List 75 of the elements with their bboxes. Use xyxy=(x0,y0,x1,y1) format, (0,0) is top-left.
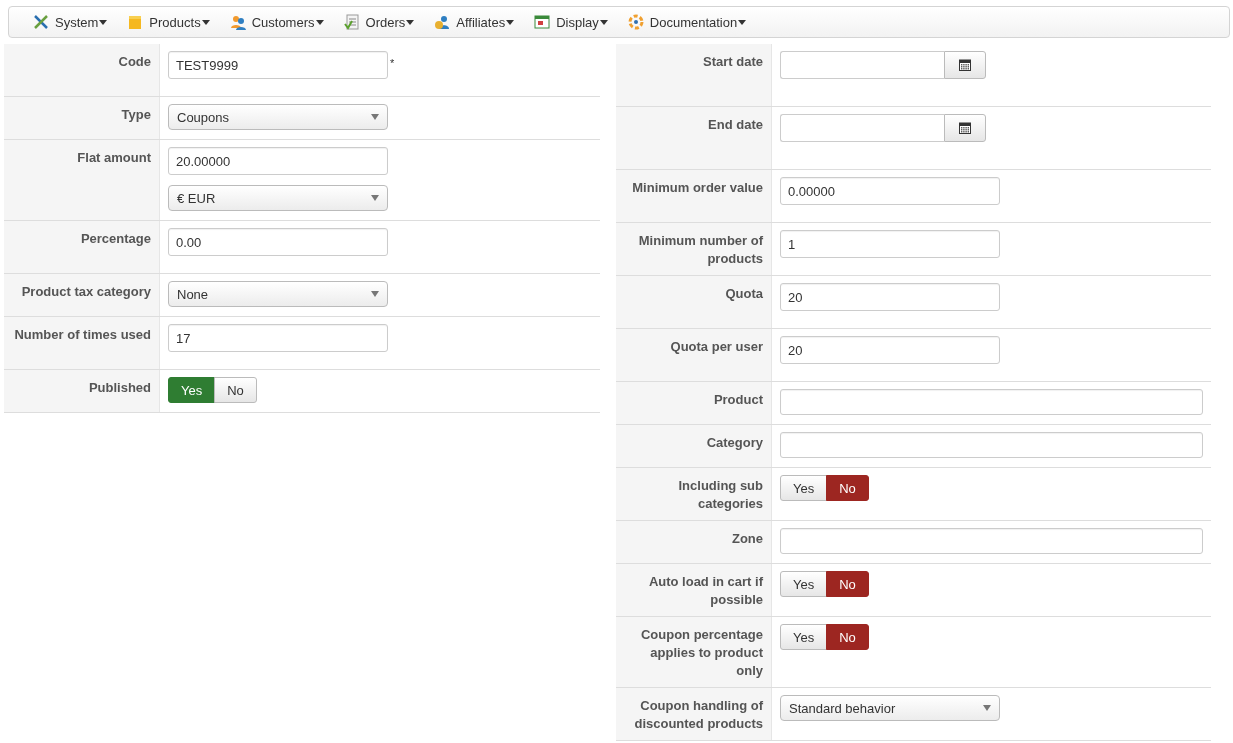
field-label: Quota xyxy=(616,276,772,328)
select-dropdown[interactable]: € EUR xyxy=(168,185,388,211)
field-label: Coupon percentage applies to product only xyxy=(616,617,772,687)
field-label: Coupon handling of discounted products xyxy=(616,688,772,740)
select-dropdown[interactable]: Coupons xyxy=(168,104,388,130)
menu-item[interactable]: Documentation xyxy=(627,14,757,30)
select-dropdown[interactable]: None xyxy=(168,281,388,307)
field-label: Minimum order value xyxy=(616,170,772,222)
window-icon xyxy=(534,14,551,30)
caret-icon xyxy=(315,19,324,25)
dropdown-arrow-icon xyxy=(371,291,379,297)
select-dropdown[interactable]: Standard behavior xyxy=(780,695,1000,721)
text-field[interactable]: 0.00000 xyxy=(780,177,1000,205)
toggle-option[interactable]: No xyxy=(826,624,869,650)
calendar-icon xyxy=(959,59,971,71)
toggle-option[interactable]: No xyxy=(826,475,869,501)
field-label: Percentage xyxy=(4,221,160,273)
date-field[interactable] xyxy=(780,114,944,142)
document-icon xyxy=(343,14,360,30)
menu-item[interactable]: Affiliates xyxy=(434,14,525,30)
field-label: Auto load in cart if possible xyxy=(616,564,772,616)
toggle-option[interactable]: Yes xyxy=(780,624,828,650)
text-field[interactable]: 20 xyxy=(780,283,1000,311)
caret-icon xyxy=(599,19,608,25)
users-icon xyxy=(229,14,246,30)
text-field[interactable]: 20.00000 xyxy=(168,147,388,175)
calendar-button[interactable] xyxy=(944,114,986,142)
toggle-option[interactable]: No xyxy=(826,571,869,597)
menu-item[interactable]: Products xyxy=(127,14,220,30)
caret-icon xyxy=(99,19,108,25)
toggle-option[interactable]: Yes xyxy=(780,475,828,501)
caret-icon xyxy=(201,19,210,25)
caret-icon xyxy=(738,19,747,25)
text-field[interactable]: 20 xyxy=(780,336,1000,364)
field-label: Published xyxy=(4,370,160,412)
required-mark: * xyxy=(390,57,395,69)
toggle-option[interactable]: No xyxy=(214,377,257,403)
text-field[interactable] xyxy=(780,528,1203,554)
caret-icon xyxy=(506,19,515,25)
field-label: Zone xyxy=(616,521,772,563)
field-label: Type xyxy=(4,97,160,139)
text-field[interactable]: 1 xyxy=(780,230,1000,258)
menu-item[interactable]: Customers xyxy=(229,14,334,30)
field-label: Minimum number of products xyxy=(616,223,772,275)
text-field[interactable] xyxy=(780,389,1203,415)
users-icon xyxy=(434,14,451,30)
menu-item[interactable]: Orders xyxy=(343,14,425,30)
calendar-icon xyxy=(959,122,971,134)
menu-item[interactable]: System xyxy=(33,14,118,30)
calendar-button[interactable] xyxy=(944,51,986,79)
text-field[interactable] xyxy=(780,432,1203,458)
field-label: Number of times used xyxy=(4,317,160,369)
date-field[interactable] xyxy=(780,51,944,79)
box-icon xyxy=(127,14,144,30)
field-label: Start date xyxy=(616,44,772,106)
dropdown-arrow-icon xyxy=(371,195,379,201)
dropdown-arrow-icon xyxy=(371,114,379,120)
field-label: End date xyxy=(616,107,772,169)
toggle-option[interactable]: Yes xyxy=(168,377,216,403)
field-label: Product tax category xyxy=(4,274,160,316)
text-field[interactable]: 0.00 xyxy=(168,228,388,256)
dropdown-arrow-icon xyxy=(983,705,991,711)
field-label: Category xyxy=(616,425,772,467)
field-label: Including sub categories xyxy=(616,468,772,520)
field-label: Product xyxy=(616,382,772,424)
field-label: Quota per user xyxy=(616,329,772,381)
toggle-option[interactable]: Yes xyxy=(780,571,828,597)
text-field[interactable]: TEST9999 xyxy=(168,51,388,79)
tools-icon xyxy=(33,14,49,30)
field-label: Flat amount xyxy=(4,140,160,220)
field-label: Code xyxy=(4,44,160,96)
lifebuoy-icon xyxy=(627,14,644,30)
menu-item[interactable]: Display xyxy=(534,14,618,30)
caret-icon xyxy=(406,19,415,25)
text-field[interactable]: 17 xyxy=(168,324,388,352)
